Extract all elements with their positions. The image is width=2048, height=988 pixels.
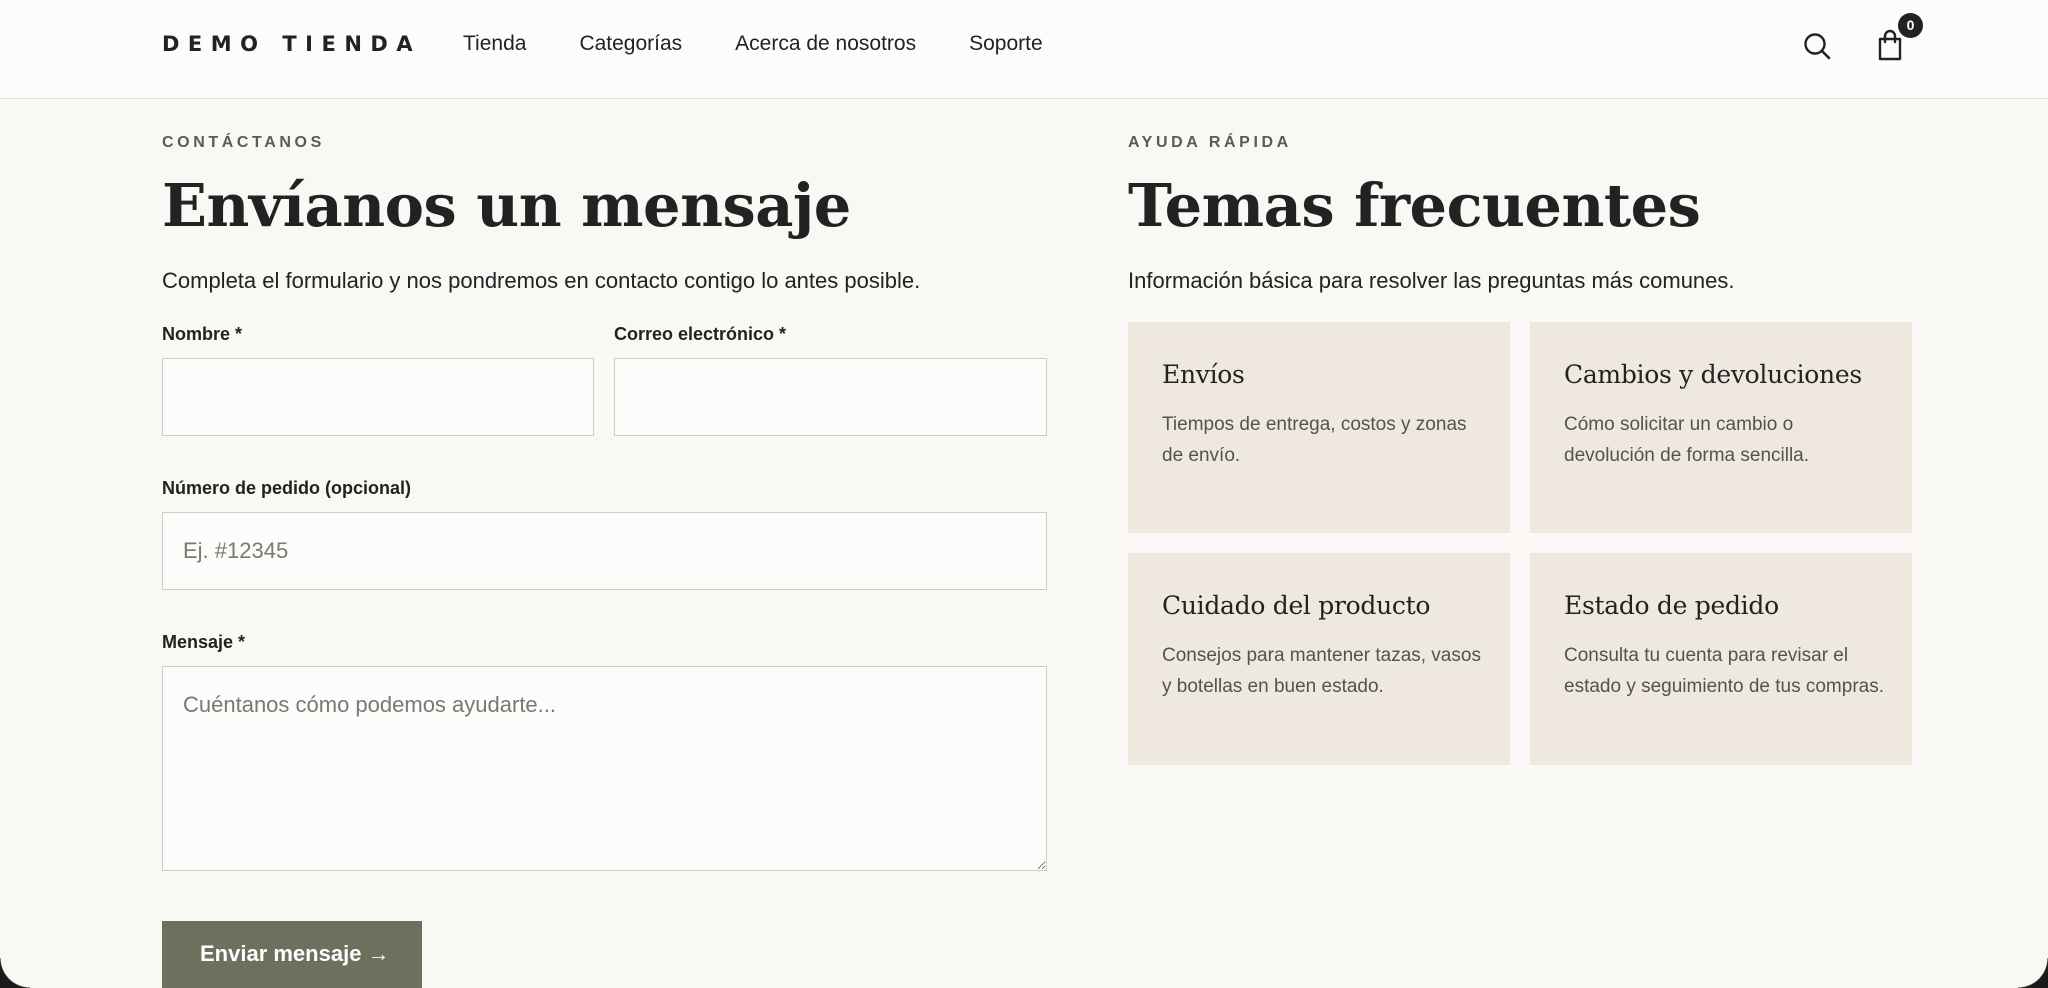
- order-number-field[interactable]: [162, 512, 1047, 590]
- card-description: Consulta tu cuenta para revisar el estad…: [1564, 645, 1885, 697]
- name-label: Nombre *: [162, 324, 243, 344]
- help-title: Temas frecuentes: [1128, 171, 1701, 240]
- order-number-label: Número de pedido (opcional): [162, 478, 412, 498]
- message-label: Mensaje *: [162, 632, 246, 652]
- card-description: Tiempos de entrega, costos y zonas de en…: [1162, 414, 1467, 466]
- help-card-cambios[interactable]: Cambios y devoluciones Cómo solicitar un…: [1530, 322, 1912, 533]
- window-corner: [0, 958, 30, 988]
- help-subtitle: Información básica para resolver las pre…: [1128, 268, 1735, 293]
- send-message-button[interactable]: Enviar mensaje →: [162, 921, 422, 988]
- main-nav: Tienda Categorías Acerca de nosotros Sop…: [463, 32, 1096, 56]
- card-description: Consejos para mantener tazas, vasos y bo…: [1162, 645, 1481, 697]
- card-description: Cómo solicitar un cambio o devolución de…: [1564, 414, 1810, 466]
- nav-item-acerca[interactable]: Acerca de nosotros: [735, 32, 916, 56]
- name-field[interactable]: [162, 358, 594, 436]
- search-button[interactable]: [1801, 30, 1833, 62]
- nav-item-categorias[interactable]: Categorías: [579, 32, 682, 56]
- help-card-cuidado[interactable]: Cuidado del producto Consejos para mante…: [1128, 553, 1510, 765]
- message-field[interactable]: [162, 666, 1047, 871]
- help-eyebrow: AYUDA RÁPIDA: [1128, 134, 1292, 151]
- contact-eyebrow: CONTÁCTANOS: [162, 134, 325, 151]
- cart-count-badge: 0: [1898, 13, 1923, 38]
- card-title: Cuidado del producto: [1162, 591, 1431, 620]
- nav-item-tienda[interactable]: Tienda: [463, 32, 526, 56]
- email-label: Correo electrónico *: [614, 324, 787, 344]
- search-icon: [1804, 33, 1831, 60]
- site-header: DEMO TIENDA Tienda Categorías Acerca de …: [0, 0, 2048, 99]
- card-title: Envíos: [1162, 360, 1245, 389]
- window-corner: [2018, 958, 2048, 988]
- help-card-estado[interactable]: Estado de pedido Consulta tu cuenta para…: [1530, 553, 1912, 765]
- contact-title: Envíanos un mensaje: [162, 171, 851, 240]
- card-title: Estado de pedido: [1564, 591, 1779, 620]
- nav-item-soporte[interactable]: Soporte: [969, 32, 1043, 56]
- help-card-envios[interactable]: Envíos Tiempos de entrega, costos y zona…: [1128, 322, 1510, 533]
- card-title: Cambios y devoluciones: [1564, 360, 1862, 389]
- email-field[interactable]: [614, 358, 1047, 436]
- store-logo[interactable]: DEMO TIENDA: [162, 32, 421, 56]
- contact-subtitle: Completa el formulario y nos pondremos e…: [162, 268, 921, 293]
